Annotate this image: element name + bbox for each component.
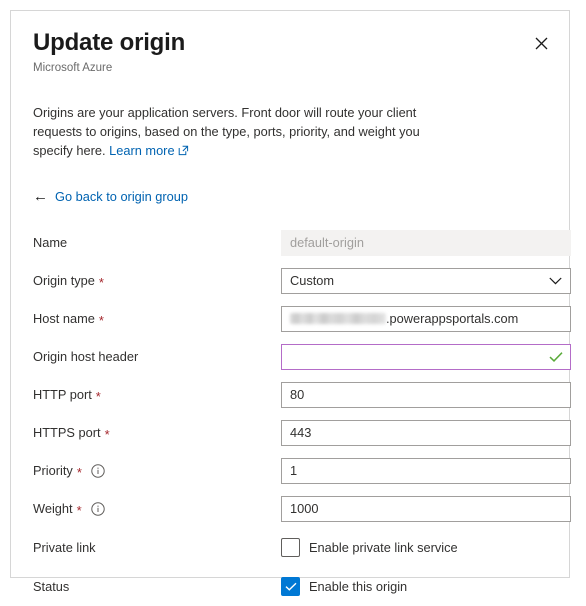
learn-more-label: Learn more <box>109 143 175 158</box>
field-priority: 1 <box>281 458 571 484</box>
redacted-hostname-prefix <box>290 313 386 324</box>
label-private-link-text: Private link <box>33 539 96 555</box>
label-http-port-text: HTTP port <box>33 387 92 402</box>
private-link-checkbox-row[interactable]: Enable private link service <box>281 538 547 557</box>
label-https-port: HTTPS port * <box>33 425 281 441</box>
required-marker: * <box>95 389 101 404</box>
label-private-link: Private link <box>33 540 281 556</box>
field-weight: 1000 <box>281 496 571 522</box>
field-https-port: 443 <box>281 420 571 446</box>
label-origin-type-text: Origin type <box>33 273 95 288</box>
form-row-name: Name default-origin <box>33 224 571 262</box>
name-input: default-origin <box>281 230 571 256</box>
label-weight-text: Weight <box>33 501 73 516</box>
panel-header: Update origin Microsoft Azure <box>11 11 569 75</box>
label-name-text: Name <box>33 235 68 250</box>
update-origin-panel: Update origin Microsoft Azure Origins ar… <box>10 10 571 596</box>
description-text: Origins are your application servers. Fr… <box>33 105 420 158</box>
arrow-left-icon: ← <box>33 188 48 205</box>
page-title: Update origin <box>33 29 186 56</box>
form-row-private-link: Private link Enable private link service <box>33 528 547 567</box>
origin-type-value: Custom <box>290 273 335 288</box>
host-name-input[interactable]: .powerappsportals.com <box>281 306 571 332</box>
status-checkbox[interactable] <box>281 577 300 596</box>
https-port-value: 443 <box>290 425 312 440</box>
origin-type-select[interactable]: Custom <box>281 268 571 294</box>
required-marker: * <box>104 427 110 442</box>
info-circle-icon[interactable] <box>90 502 105 516</box>
form-row-status: Status Enable this origin <box>33 567 547 606</box>
page-subtitle: Microsoft Azure <box>33 62 113 74</box>
priority-value: 1 <box>290 463 298 478</box>
origin-form: Name default-origin Origin type * Custom <box>11 224 571 606</box>
back-to-origin-group-link[interactable]: Go back to origin group <box>55 189 188 204</box>
origin-host-header-input[interactable] <box>281 344 571 370</box>
priority-input[interactable]: 1 <box>281 458 571 484</box>
field-host-name: .powerappsportals.com <box>281 306 571 332</box>
weight-input[interactable]: 1000 <box>281 496 571 522</box>
label-origin-type: Origin type * <box>33 273 281 289</box>
label-weight: Weight * <box>33 501 281 517</box>
field-origin-host-header <box>281 344 571 370</box>
label-status-text: Status <box>33 578 70 594</box>
weight-value: 1000 <box>290 501 319 516</box>
label-http-port: HTTP port * <box>33 387 281 403</box>
required-marker: * <box>76 465 82 480</box>
form-row-origin-host-header: Origin host header <box>33 338 571 376</box>
label-name: Name <box>33 235 281 251</box>
form-row-https-port: HTTPS port * 443 <box>33 414 571 452</box>
form-row-origin-type: Origin type * Custom <box>33 262 571 300</box>
required-marker: * <box>98 313 104 328</box>
info-circle-icon[interactable] <box>91 464 105 478</box>
http-port-input[interactable]: 80 <box>281 382 571 408</box>
learn-more-link[interactable]: Learn more <box>109 143 188 158</box>
chevron-down-icon <box>549 277 562 285</box>
label-priority: Priority * <box>33 463 281 479</box>
host-name-suffix: .powerappsportals.com <box>386 311 519 326</box>
back-to-origin-group-row[interactable]: ← Go back to origin group <box>11 189 569 204</box>
label-origin-host-header-text: Origin host header <box>33 349 139 364</box>
field-status: Enable this origin <box>281 577 547 596</box>
panel-description: Origins are your application servers. Fr… <box>11 103 475 161</box>
form-row-priority: Priority * 1 <box>33 452 571 490</box>
form-row-host-name: Host name * .powerappsportals.com <box>33 300 571 338</box>
private-link-checkbox-label: Enable private link service <box>309 540 458 555</box>
required-marker: * <box>76 503 82 518</box>
https-port-input[interactable]: 443 <box>281 420 571 446</box>
external-link-icon <box>178 142 189 161</box>
required-marker: * <box>98 275 104 290</box>
field-origin-type: Custom <box>281 268 571 294</box>
label-priority-text: Priority <box>33 463 73 478</box>
green-checkmark-icon <box>549 352 563 363</box>
label-host-name-text: Host name <box>33 311 95 326</box>
field-name: default-origin <box>281 230 571 256</box>
label-host-name: Host name * <box>33 311 281 327</box>
field-http-port: 80 <box>281 382 571 408</box>
form-row-weight: Weight * 1000 <box>33 490 571 528</box>
close-icon[interactable] <box>527 29 555 57</box>
label-https-port-text: HTTPS port <box>33 425 101 440</box>
field-private-link: Enable private link service <box>281 538 547 557</box>
name-input-value: default-origin <box>290 235 364 250</box>
status-checkbox-row[interactable]: Enable this origin <box>281 577 547 596</box>
http-port-value: 80 <box>290 387 305 402</box>
label-status: Status <box>33 579 281 595</box>
label-origin-host-header: Origin host header <box>33 349 281 365</box>
form-row-http-port: HTTP port * 80 <box>33 376 571 414</box>
private-link-checkbox[interactable] <box>281 538 300 557</box>
